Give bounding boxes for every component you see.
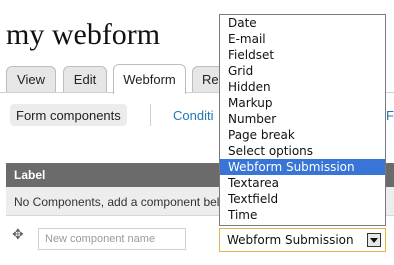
- subtab-form-components-label: Form components: [16, 107, 121, 123]
- tab-edit[interactable]: Edit: [63, 66, 107, 92]
- dropdown-option-select-options[interactable]: Select options: [220, 143, 385, 159]
- dropdown-option-email[interactable]: E-mail: [220, 31, 385, 47]
- dropdown-option-date[interactable]: Date: [220, 15, 385, 31]
- dropdown-option-textfield[interactable]: Textfield: [220, 191, 385, 207]
- dropdown-option-webform-submission[interactable]: Webform Submission: [220, 159, 385, 175]
- column-header-label: Label: [14, 168, 46, 182]
- tab-webform-label: Webform: [123, 72, 176, 87]
- dropdown-option-number[interactable]: Number: [220, 111, 385, 127]
- component-type-selected-value: Webform Submission: [227, 233, 354, 247]
- component-type-select[interactable]: Webform Submission: [219, 228, 386, 252]
- tab-webform[interactable]: Webform: [113, 64, 186, 94]
- tab-results-label: Re: [202, 72, 219, 87]
- dropdown-arrow-icon[interactable]: [367, 233, 381, 247]
- dropdown-option-hidden[interactable]: Hidden: [220, 79, 385, 95]
- component-type-dropdown-list: Date E-mail Fieldset Grid Hidden Markup …: [219, 14, 386, 226]
- dropdown-option-grid[interactable]: Grid: [220, 63, 385, 79]
- drag-handle-icon[interactable]: ✥: [12, 226, 24, 243]
- subtab-conditionals-link[interactable]: Conditi: [173, 104, 213, 126]
- tab-view-label: View: [17, 72, 45, 87]
- tab-view[interactable]: View: [6, 66, 56, 92]
- dropdown-option-textarea[interactable]: Textarea: [220, 175, 385, 191]
- tab-edit-label: Edit: [73, 72, 97, 87]
- dropdown-option-fieldset[interactable]: Fieldset: [220, 47, 385, 63]
- page-title: my webform: [6, 18, 161, 51]
- subtab-form-settings-link[interactable]: Fo: [386, 104, 394, 126]
- subtab-form-components[interactable]: Form components: [10, 104, 127, 126]
- dropdown-option-page-break[interactable]: Page break: [220, 127, 385, 143]
- new-component-name-input[interactable]: [38, 228, 186, 250]
- dropdown-option-time[interactable]: Time: [220, 207, 385, 223]
- subtab-separator: [150, 104, 151, 126]
- dropdown-option-markup[interactable]: Markup: [220, 95, 385, 111]
- empty-message: No Components, add a component below.: [14, 195, 238, 209]
